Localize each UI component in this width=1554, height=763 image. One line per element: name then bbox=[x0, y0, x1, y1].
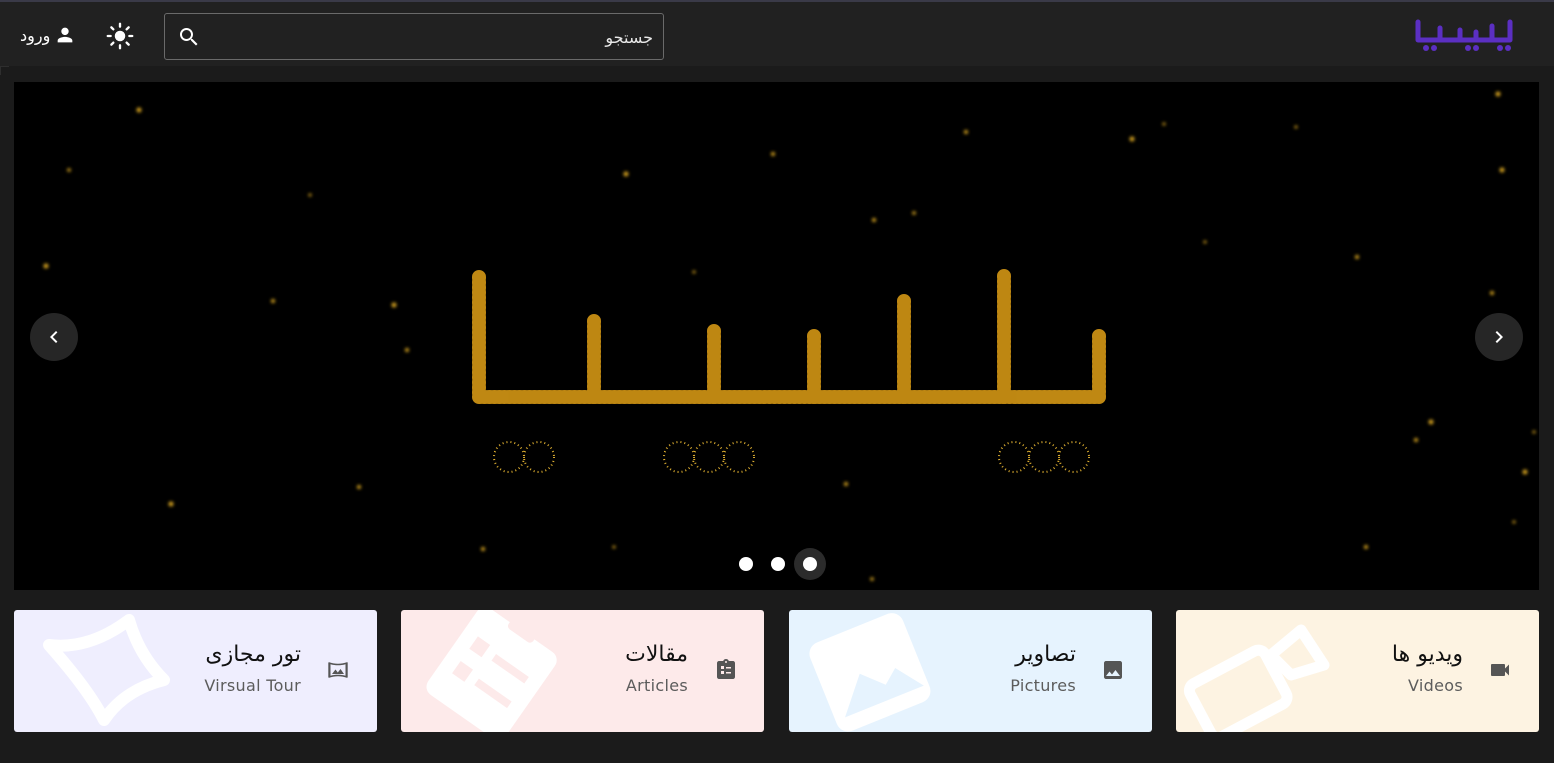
carousel-dot-3[interactable] bbox=[794, 548, 826, 580]
panorama-watermark-icon bbox=[43, 614, 170, 726]
chevron-right-icon bbox=[1495, 331, 1503, 343]
search-input[interactable] bbox=[209, 22, 653, 52]
search-icon[interactable] bbox=[177, 25, 201, 49]
card-subtitle: Virsual Tour bbox=[204, 676, 301, 695]
category-card-virtual-tour[interactable]: تور مجازی Virsual Tour bbox=[14, 610, 377, 732]
category-card-pictures[interactable]: تصاویر Pictures bbox=[789, 610, 1152, 732]
search-box bbox=[164, 13, 664, 60]
carousel-dot-1[interactable] bbox=[730, 548, 762, 580]
hero-carousel bbox=[14, 82, 1539, 590]
card-subtitle: Pictures bbox=[1010, 676, 1076, 695]
category-card-articles[interactable]: مقالات Articles bbox=[401, 610, 764, 732]
theme-toggle-button[interactable] bbox=[104, 20, 136, 52]
image-watermark-icon bbox=[809, 613, 931, 732]
login-button[interactable]: ورود bbox=[20, 22, 76, 48]
sun-icon bbox=[106, 22, 134, 50]
site-logo[interactable] bbox=[1410, 14, 1520, 56]
panorama-icon bbox=[328, 662, 348, 678]
carousel-next-button[interactable] bbox=[1475, 313, 1523, 361]
card-title: تور مجازی bbox=[205, 642, 301, 667]
person-icon bbox=[57, 27, 73, 43]
card-title: تصاویر bbox=[1015, 642, 1076, 667]
category-card-videos[interactable]: ویدیو ها Videos bbox=[1176, 610, 1539, 732]
assignment-icon bbox=[717, 659, 735, 679]
top-app-bar: ورود bbox=[0, 0, 1554, 66]
chevron-left-icon bbox=[50, 331, 58, 343]
videocam-watermark-icon bbox=[1183, 624, 1330, 732]
carousel-dot-2[interactable] bbox=[762, 548, 794, 580]
card-title: ویدیو ها bbox=[1391, 642, 1463, 667]
card-title: مقالات bbox=[625, 642, 688, 667]
videocam-icon bbox=[1491, 664, 1509, 676]
card-subtitle: Articles bbox=[625, 676, 688, 695]
image-icon bbox=[1104, 661, 1122, 679]
card-subtitle: Videos bbox=[1408, 676, 1463, 695]
login-label: ورود bbox=[20, 25, 51, 45]
carousel-indicators bbox=[730, 548, 826, 580]
carousel-prev-button[interactable] bbox=[30, 313, 78, 361]
sparkle-logo-banner bbox=[43, 91, 1536, 581]
assignment-watermark-icon bbox=[426, 610, 557, 732]
